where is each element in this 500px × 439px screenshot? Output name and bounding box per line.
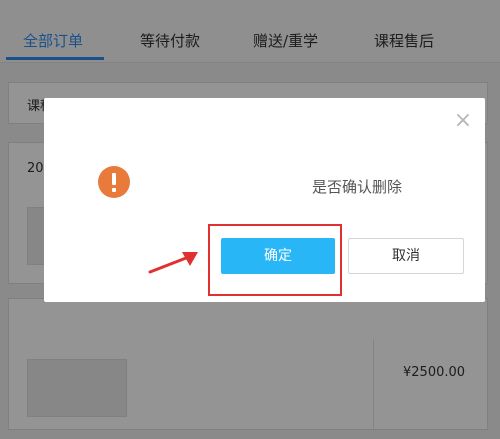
confirm-button[interactable]: 确定 xyxy=(221,238,335,274)
delete-confirm-dialog: × 是否确认删除 确定 取消 xyxy=(44,98,485,302)
dialog-message: 是否确认删除 xyxy=(312,178,403,196)
close-icon[interactable]: × xyxy=(452,110,474,132)
cancel-button[interactable]: 取消 xyxy=(348,238,464,274)
warning-icon xyxy=(98,166,130,198)
